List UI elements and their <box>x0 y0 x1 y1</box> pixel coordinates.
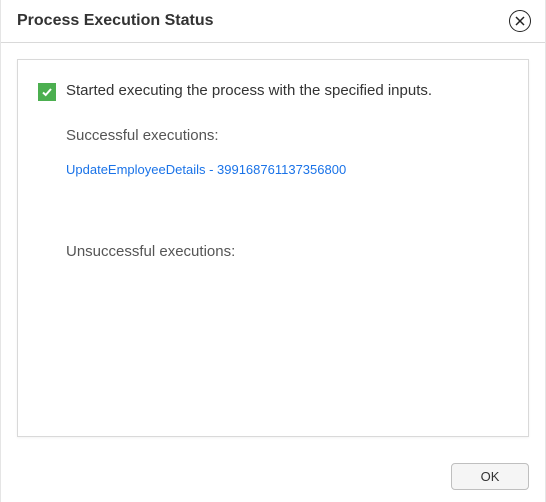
status-message: Started executing the process with the s… <box>66 82 432 99</box>
dialog-content: Started executing the process with the s… <box>1 43 545 453</box>
process-execution-dialog: Process Execution Status Started executi… <box>0 0 546 502</box>
successful-executions-label: Successful executions: <box>66 127 508 144</box>
unsuccessful-executions-label: Unsuccessful executions: <box>66 243 508 260</box>
ok-button[interactable]: OK <box>451 463 529 490</box>
dialog-footer: OK <box>1 453 545 502</box>
dialog-titlebar: Process Execution Status <box>1 0 545 43</box>
close-button[interactable] <box>509 10 531 32</box>
success-check-icon <box>38 83 56 101</box>
dialog-title: Process Execution Status <box>17 12 214 30</box>
execution-link[interactable]: UpdateEmployeeDetails - 3991687611373568… <box>66 162 346 177</box>
status-row: Started executing the process with the s… <box>38 82 508 101</box>
close-icon <box>515 16 525 26</box>
status-panel: Started executing the process with the s… <box>17 59 529 437</box>
